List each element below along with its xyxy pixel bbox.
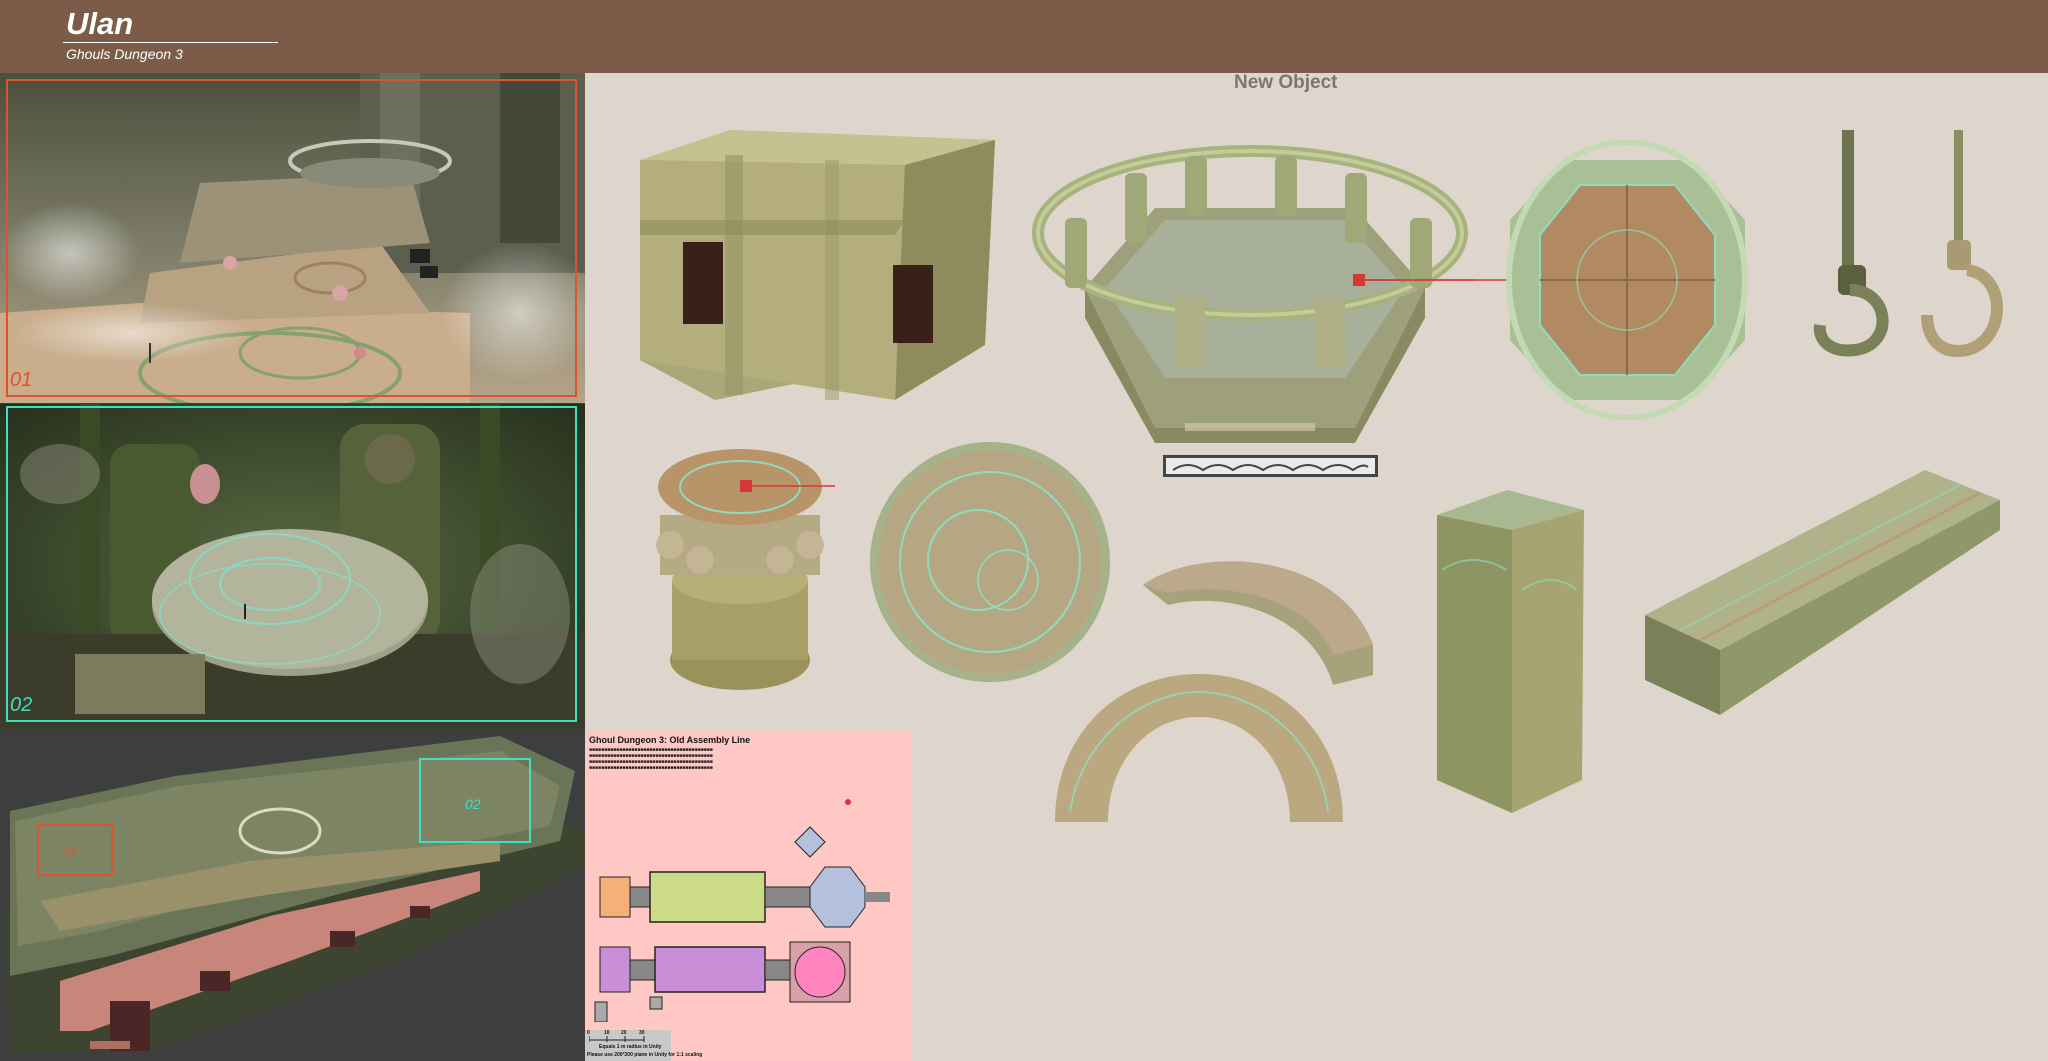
hook-object-1[interactable] — [1810, 125, 1910, 370]
ornament-trim-strip[interactable] — [1163, 455, 1378, 477]
plan-scale-tick-30: 30 — [639, 1030, 645, 1036]
plan-scale-tick-10: 10 — [604, 1030, 610, 1036]
plan-footer-note: Please use 200*200 plane in Unity for 1:… — [587, 1052, 703, 1058]
plan-scale-tick-0: 0 — [587, 1030, 590, 1036]
hook-object-2[interactable] — [1912, 125, 2012, 370]
section-title: New Object — [1234, 72, 1338, 93]
long-slab-object[interactable] — [1640, 465, 2005, 715]
shot-02-frame — [6, 406, 577, 722]
left-panel: 01 02 01 02 — [0, 73, 585, 1061]
plan-notes: ■■■■■■■■■■■■■■■■■■■■■■■■■■■■■■■■■■■■■■■■… — [589, 747, 713, 771]
plan-footer: 0 10 20 30 Equals 1 m radius in Unity Pl… — [585, 1030, 702, 1061]
floor-plan-sheet[interactable]: Ghoul Dungeon 3: Old Assembly Line ■■■■■… — [585, 732, 911, 1061]
shot-02-number: 02 — [10, 694, 33, 716]
crate-object[interactable] — [635, 110, 995, 405]
octagon-top-view[interactable] — [1505, 140, 1750, 420]
overview-model[interactable]: 01 02 — [0, 731, 585, 1061]
disk-top-view[interactable] — [868, 440, 1113, 685]
overview-model-image: 01 02 — [0, 731, 585, 1061]
header-bar: Ulan Ghouls Dungeon 3 — [0, 0, 2048, 73]
tall-block-object[interactable] — [1432, 490, 1587, 815]
shot-01-frame — [6, 79, 577, 397]
overview-marker-02: 02 — [465, 796, 481, 812]
ring-platform-object[interactable] — [1025, 138, 1475, 443]
render-shot-02[interactable]: 02 — [0, 404, 585, 729]
plan-title: Ghoul Dungeon 3: Old Assembly Line — [589, 735, 751, 745]
shot-01-number: 01 — [10, 369, 33, 391]
pillar-object[interactable] — [650, 445, 835, 695]
plan-scale-tick-20: 20 — [621, 1030, 627, 1036]
page-subtitle: Ghouls Dungeon 3 — [66, 46, 183, 62]
page-title: Ulan — [66, 6, 134, 41]
title-underline — [63, 42, 278, 43]
arc-piece-2[interactable] — [1050, 672, 1348, 824]
plan-scale-note: Equals 1 m radius in Unity — [599, 1044, 662, 1050]
render-shot-01[interactable]: 01 — [0, 73, 585, 403]
plan-diagram — [594, 799, 890, 1022]
overview-marker-01: 01 — [62, 845, 78, 861]
